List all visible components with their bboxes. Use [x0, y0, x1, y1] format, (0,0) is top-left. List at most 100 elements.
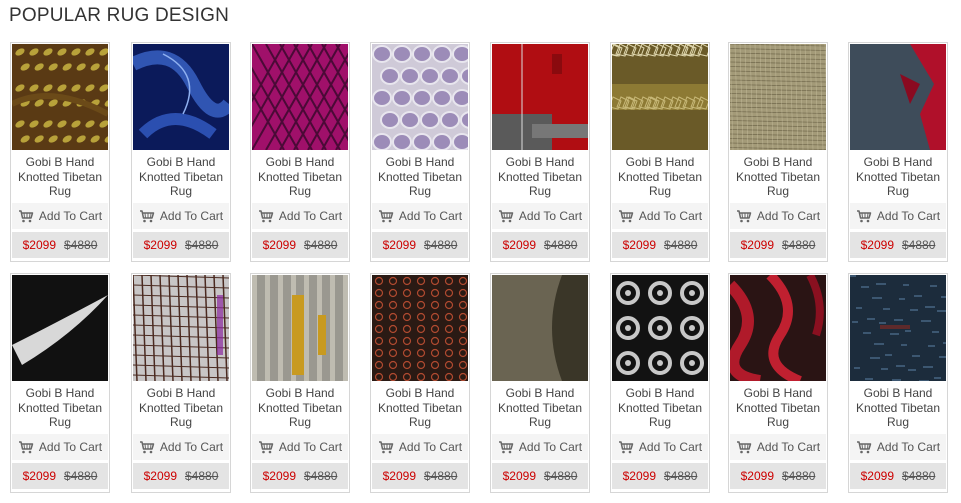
- product-name[interactable]: Gobi B Hand Knotted Tibetan Rug: [611, 386, 709, 430]
- product-name[interactable]: Gobi B Hand Knotted Tibetan Rug: [729, 155, 827, 199]
- price-row: $2099 $4880: [850, 232, 946, 258]
- add-to-cart-label: Add To Cart: [876, 440, 941, 454]
- product-name[interactable]: Gobi B Hand Knotted Tibetan Rug: [11, 155, 109, 199]
- product-name[interactable]: Gobi B Hand Knotted Tibetan Rug: [849, 386, 947, 430]
- shopping-basket-icon: [856, 209, 872, 223]
- crimson-wave-rug-image[interactable]: [730, 275, 826, 381]
- product-name[interactable]: Gobi B Hand Knotted Tibetan Rug: [371, 386, 469, 430]
- sale-price: $2099: [382, 469, 416, 483]
- product-name[interactable]: Gobi B Hand Knotted Tibetan Rug: [611, 155, 709, 199]
- product-card[interactable]: Gobi B Hand Knotted Tibetan Rug Add To C…: [370, 273, 470, 493]
- add-to-cart-label: Add To Cart: [38, 209, 103, 223]
- product-name[interactable]: Gobi B Hand Knotted Tibetan Rug: [849, 155, 947, 199]
- add-to-cart-button[interactable]: Add To Cart: [730, 434, 826, 460]
- original-price: $4880: [664, 238, 698, 252]
- add-to-cart-button[interactable]: Add To Cart: [492, 434, 588, 460]
- product-card[interactable]: Gobi B Hand Knotted Tibetan Rug Add To C…: [250, 42, 350, 262]
- product-card[interactable]: Gobi B Hand Knotted Tibetan Rug Add To C…: [370, 42, 470, 262]
- product-name[interactable]: Gobi B Hand Knotted Tibetan Rug: [491, 155, 589, 199]
- product-name[interactable]: Gobi B Hand Knotted Tibetan Rug: [251, 386, 349, 430]
- add-to-cart-button[interactable]: Add To Cart: [372, 203, 468, 229]
- product-name[interactable]: Gobi B Hand Knotted Tibetan Rug: [132, 155, 230, 199]
- shopping-basket-icon: [498, 440, 514, 454]
- product-name[interactable]: Gobi B Hand Knotted Tibetan Rug: [491, 386, 589, 430]
- add-to-cart-button[interactable]: Add To Cart: [492, 203, 588, 229]
- add-to-cart-button[interactable]: Add To Cart: [730, 203, 826, 229]
- product-card[interactable]: Gobi B Hand Knotted Tibetan Rug Add To C…: [848, 42, 948, 262]
- navy-blue-swirl-rug-image[interactable]: [133, 44, 229, 150]
- original-price: $4880: [664, 469, 698, 483]
- product-card[interactable]: Gobi B Hand Knotted Tibetan Rug Add To C…: [490, 42, 590, 262]
- add-to-cart-button[interactable]: Add To Cart: [252, 203, 348, 229]
- shopping-basket-icon: [258, 440, 274, 454]
- original-price: $4880: [185, 238, 219, 252]
- price-row: $2099 $4880: [133, 463, 229, 489]
- add-to-cart-label: Add To Cart: [756, 440, 821, 454]
- price-row: $2099 $4880: [730, 463, 826, 489]
- add-to-cart-button[interactable]: Add To Cart: [612, 434, 708, 460]
- original-price: $4880: [424, 469, 458, 483]
- original-price: $4880: [304, 469, 338, 483]
- magenta-trellis-rug-image[interactable]: [252, 44, 348, 150]
- olive-brown-lattice-rug-image[interactable]: [12, 44, 108, 150]
- product-card[interactable]: Gobi B Hand Knotted Tibetan Rug Add To C…: [610, 273, 710, 493]
- price-row: $2099 $4880: [612, 463, 708, 489]
- product-name[interactable]: Gobi B Hand Knotted Tibetan Rug: [729, 386, 827, 430]
- product-card[interactable]: Gobi B Hand Knotted Tibetan Rug Add To C…: [131, 273, 231, 493]
- add-to-cart-button[interactable]: Add To Cart: [612, 203, 708, 229]
- grey-gold-stripes-rug-image[interactable]: [252, 275, 348, 381]
- product-card[interactable]: Gobi B Hand Knotted Tibetan Rug Add To C…: [610, 42, 710, 262]
- product-name[interactable]: Gobi B Hand Knotted Tibetan Rug: [371, 155, 469, 199]
- lavender-circles-rug-image[interactable]: [372, 44, 468, 150]
- price-row: $2099 $4880: [12, 463, 108, 489]
- shopping-basket-icon: [18, 440, 34, 454]
- add-to-cart-button[interactable]: Add To Cart: [252, 434, 348, 460]
- shopping-basket-icon: [618, 209, 634, 223]
- beige-texture-rug-image[interactable]: [730, 44, 826, 150]
- sale-price: $2099: [143, 238, 177, 252]
- grey-grid-rug-image[interactable]: [133, 275, 229, 381]
- original-price: $4880: [64, 469, 98, 483]
- sale-price: $2099: [622, 238, 656, 252]
- brown-xo-pattern-rug-image[interactable]: [372, 275, 468, 381]
- original-price: $4880: [782, 238, 816, 252]
- price-row: $2099 $4880: [850, 463, 946, 489]
- add-to-cart-button[interactable]: Add To Cart: [12, 434, 108, 460]
- black-white-stroke-rug-image[interactable]: [12, 275, 108, 381]
- add-to-cart-button[interactable]: Add To Cart: [850, 434, 946, 460]
- black-silver-floral-rug-image[interactable]: [612, 275, 708, 381]
- shopping-basket-icon: [618, 440, 634, 454]
- price-row: $2099 $4880: [492, 232, 588, 258]
- product-name[interactable]: Gobi B Hand Knotted Tibetan Rug: [132, 386, 230, 430]
- shopping-basket-icon: [498, 209, 514, 223]
- product-card[interactable]: Gobi B Hand Knotted Tibetan Rug Add To C…: [250, 273, 350, 493]
- product-card[interactable]: Gobi B Hand Knotted Tibetan Rug Add To C…: [728, 273, 828, 493]
- dark-blue-distressed-rug-image[interactable]: [850, 275, 946, 381]
- slate-red-splash-rug-image[interactable]: [850, 44, 946, 150]
- sale-price: $2099: [622, 469, 656, 483]
- add-to-cart-label: Add To Cart: [518, 209, 583, 223]
- add-to-cart-label: Add To Cart: [518, 440, 583, 454]
- shopping-basket-icon: [736, 209, 752, 223]
- shopping-basket-icon: [139, 440, 155, 454]
- shopping-basket-icon: [258, 209, 274, 223]
- product-name[interactable]: Gobi B Hand Knotted Tibetan Rug: [11, 386, 109, 430]
- original-price: $4880: [185, 469, 219, 483]
- add-to-cart-button[interactable]: Add To Cart: [133, 434, 229, 460]
- product-card[interactable]: Gobi B Hand Knotted Tibetan Rug Add To C…: [728, 42, 828, 262]
- product-card[interactable]: Gobi B Hand Knotted Tibetan Rug Add To C…: [490, 273, 590, 493]
- khaki-arc-rug-image[interactable]: [492, 275, 588, 381]
- add-to-cart-button[interactable]: Add To Cart: [12, 203, 108, 229]
- sale-price: $2099: [502, 238, 536, 252]
- product-card[interactable]: Gobi B Hand Knotted Tibetan Rug Add To C…: [131, 42, 231, 262]
- add-to-cart-button[interactable]: Add To Cart: [133, 203, 229, 229]
- product-card[interactable]: Gobi B Hand Knotted Tibetan Rug Add To C…: [848, 273, 948, 493]
- gold-crackle-rug-image[interactable]: [612, 44, 708, 150]
- sale-price: $2099: [262, 469, 296, 483]
- product-name[interactable]: Gobi B Hand Knotted Tibetan Rug: [251, 155, 349, 199]
- add-to-cart-button[interactable]: Add To Cart: [850, 203, 946, 229]
- add-to-cart-button[interactable]: Add To Cart: [372, 434, 468, 460]
- product-card[interactable]: Gobi B Hand Knotted Tibetan Rug Add To C…: [10, 42, 110, 262]
- red-grey-abstract-rug-image[interactable]: [492, 44, 588, 150]
- product-card[interactable]: Gobi B Hand Knotted Tibetan Rug Add To C…: [10, 273, 110, 493]
